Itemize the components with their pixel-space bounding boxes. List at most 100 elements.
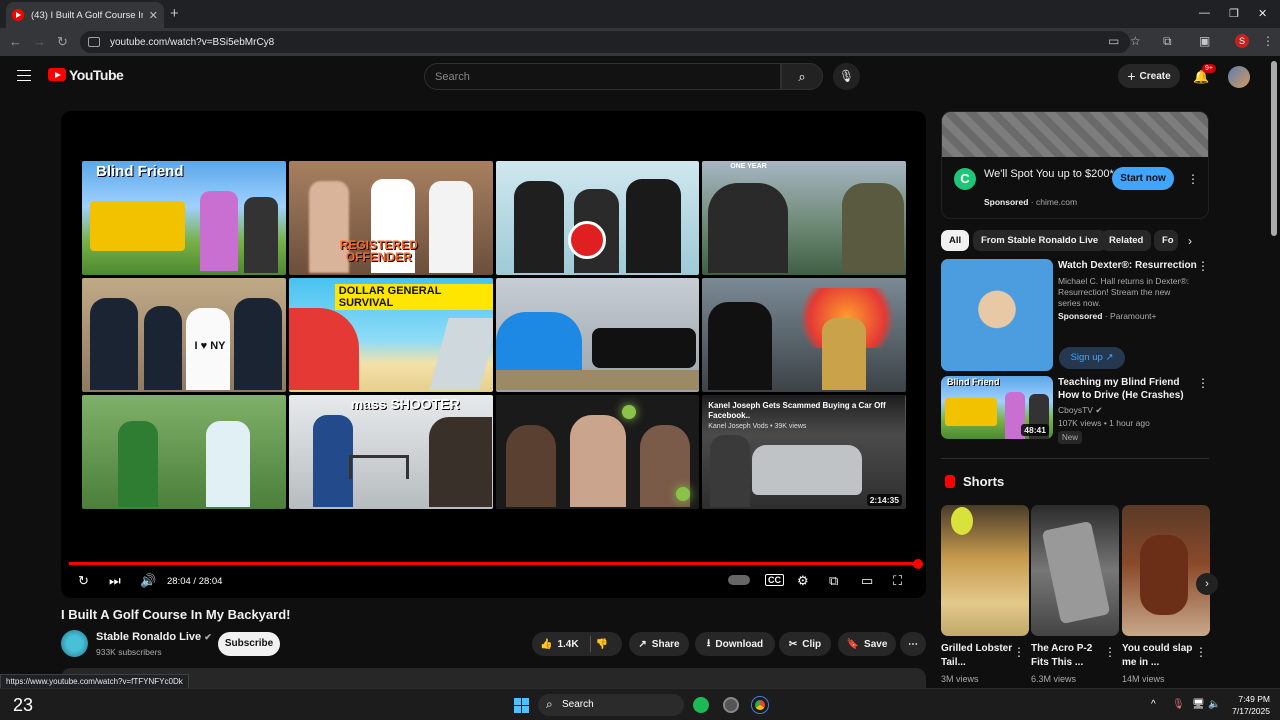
weather-temperature[interactable]: 23 [13,695,33,716]
close-tab-icon[interactable]: ✕ [149,9,158,22]
video-player[interactable]: Blind Friend REGISTERED OFFENDER ONE YEA… [61,111,926,598]
short-thumbnail-3[interactable] [1122,505,1210,636]
chips-next-chevron-icon[interactable]: › [1188,234,1192,248]
recommendation-title[interactable]: Teaching my Blind Friend How to Drive (H… [1058,376,1198,402]
browser-tab[interactable]: (43) I Built A Golf Course In My ✕ [6,2,164,28]
create-button[interactable]: + Create [1118,64,1180,88]
replay-icon[interactable]: ↻ [78,573,89,589]
ad-banner-image[interactable] [942,112,1208,157]
search-button[interactable]: ⌕ [781,63,823,90]
reload-icon[interactable]: ↻ [57,34,68,50]
settings-gear-icon[interactable]: ⚙ [797,573,809,589]
youtube-wordmark[interactable]: YouTube [69,67,124,83]
chip-overflow[interactable]: Fo [1154,230,1178,251]
spotify-icon[interactable] [693,697,709,713]
recommendation-title[interactable]: Watch Dexter®: Resurrection [1058,259,1198,272]
microphone-tray-icon[interactable]: 🎙 [1172,699,1185,710]
recommendation-ad-dexter[interactable]: Watch Dexter®: Resurrection Michael C. H… [941,259,1209,371]
forward-icon[interactable]: → [33,34,46,49]
page-scrollbar[interactable] [1271,61,1277,236]
end-screen-video-11[interactable] [495,395,700,509]
download-button[interactable]: ⭳ Download [695,632,775,656]
end-screen-video-9[interactable] [82,395,286,509]
end-screen-video-7[interactable] [495,278,700,392]
sign-up-button[interactable]: Sign up ↗ [1059,347,1125,369]
voice-search-button[interactable]: 🎙 [833,63,860,90]
end-screen-video-5[interactable]: I ♥ NY [82,278,286,392]
more-actions-button[interactable]: ⋯ [900,632,926,656]
speaker-icon[interactable]: 🔈 [1208,699,1220,710]
short-title-3[interactable]: You could slap me in ... [1122,642,1198,670]
recommendation-thumbnail[interactable]: Blind Friend 48:41 [941,376,1053,439]
miniplayer-icon[interactable]: ⧉ [829,573,838,589]
chip-from-channel[interactable]: From Stable Ronaldo Live [973,230,1107,251]
minimize-icon[interactable]: — [1199,7,1210,19]
recommendation-channel[interactable]: CboysTV ✔ [1058,405,1102,416]
end-screen-video-10[interactable]: mass SHOOTER [288,395,493,509]
shorts-next-arrow-icon[interactable]: › [1196,573,1218,595]
end-screen-video-2[interactable]: REGISTERED OFFENDER [288,161,493,275]
clip-button[interactable]: ✂ Clip [779,632,831,656]
next-icon[interactable]: ⏭ [109,573,121,589]
youtube-logo-icon[interactable] [48,68,66,81]
network-icon[interactable]: 🖥 [1192,699,1205,710]
ad-title[interactable]: We'll Spot You up to $200* [984,167,1114,181]
taskbar-search[interactable]: Search [538,694,684,716]
start-button-windows-icon[interactable] [514,698,529,713]
short-menu-kebab-icon[interactable]: ⋮ [1104,645,1116,659]
show-hidden-icons-chevron-icon[interactable]: ^ [1151,699,1156,710]
like-button[interactable]: 👍 1.4K [540,639,579,650]
recommendation-menu-kebab-icon[interactable]: ⋮ [1197,259,1209,273]
end-screen-video-4[interactable]: ONE YEAR [702,161,906,275]
short-title-2[interactable]: The Acro P-2 Fits This ... [1031,642,1107,670]
restore-icon[interactable]: ❐ [1229,7,1239,20]
recommendation-menu-kebab-icon[interactable]: ⋮ [1197,376,1209,390]
system-clock[interactable]: 7:49 PM 7/17/2025 [1222,693,1270,717]
end-screen-video-12-hovered[interactable]: Kanel Joseph Gets Scammed Buying a Car O… [702,395,906,509]
side-panel-icon[interactable]: ▣ [1199,34,1210,48]
description-box[interactable] [61,668,926,688]
end-screen-video-6[interactable]: DOLLAR GENERAL SURVIVAL [288,278,493,392]
profile-avatar[interactable]: S [1235,34,1249,48]
ad-menu-kebab-icon[interactable]: ⋮ [1187,172,1199,186]
site-info-icon[interactable] [88,37,100,47]
short-thumbnail-2[interactable] [1031,505,1119,636]
close-window-icon[interactable]: ✕ [1258,7,1267,20]
captions-icon[interactable]: CC [765,574,784,586]
search-input[interactable]: Search [424,63,781,90]
short-thumbnail-1[interactable] [941,505,1029,636]
new-tab-icon[interactable]: + [170,5,179,22]
app-icon[interactable] [723,697,739,713]
channel-avatar[interactable] [61,630,88,657]
short-menu-kebab-icon[interactable]: ⋮ [1013,645,1025,659]
bookmark-star-icon[interactable]: ☆ [1130,34,1141,48]
autoplay-toggle[interactable] [728,575,750,585]
ad-cta-button[interactable]: Start now [1112,167,1174,190]
menu-kebab-icon[interactable]: ⋮ [1262,34,1274,48]
short-menu-kebab-icon[interactable]: ⋮ [1195,645,1207,659]
fullscreen-icon[interactable]: ⛶ [893,573,902,589]
account-avatar[interactable] [1228,66,1250,88]
dislike-button[interactable]: 👎 [596,639,608,650]
chip-related[interactable]: Related [1101,230,1152,251]
end-screen-video-1[interactable]: Blind Friend [82,161,286,275]
chip-all[interactable]: All [941,230,970,251]
recommendation-thumbnail[interactable] [941,259,1053,371]
back-icon[interactable]: ← [9,34,22,49]
short-title-1[interactable]: Grilled Lobster Tail... [941,642,1017,670]
recommendation-video[interactable]: Blind Friend 48:41 Teaching my Blind Fri… [941,376,1209,444]
end-screen-video-8[interactable] [702,278,906,392]
share-button[interactable]: ↗ Share [629,632,689,656]
channel-name[interactable]: Stable Ronaldo Live ✔ [96,631,212,643]
end-screen-video-3[interactable] [495,161,700,275]
cast-icon[interactable]: ▭ [1108,34,1119,48]
extensions-icon[interactable]: ⧉ [1163,34,1172,49]
save-button[interactable]: 🔖 Save [838,632,896,656]
chrome-icon[interactable] [752,697,768,713]
volume-icon[interactable]: 🔊 [140,573,156,589]
theater-mode-icon[interactable]: ▭ [861,573,873,589]
progress-bar[interactable] [69,558,923,569]
subscribe-button[interactable]: Subscribe [218,632,280,656]
sponsored-ad-card[interactable]: C We'll Spot You up to $200* Sponsored ·… [941,111,1209,219]
omnibox[interactable]: youtube.com/watch?v=BSi5ebMrCy8 [80,31,1130,53]
